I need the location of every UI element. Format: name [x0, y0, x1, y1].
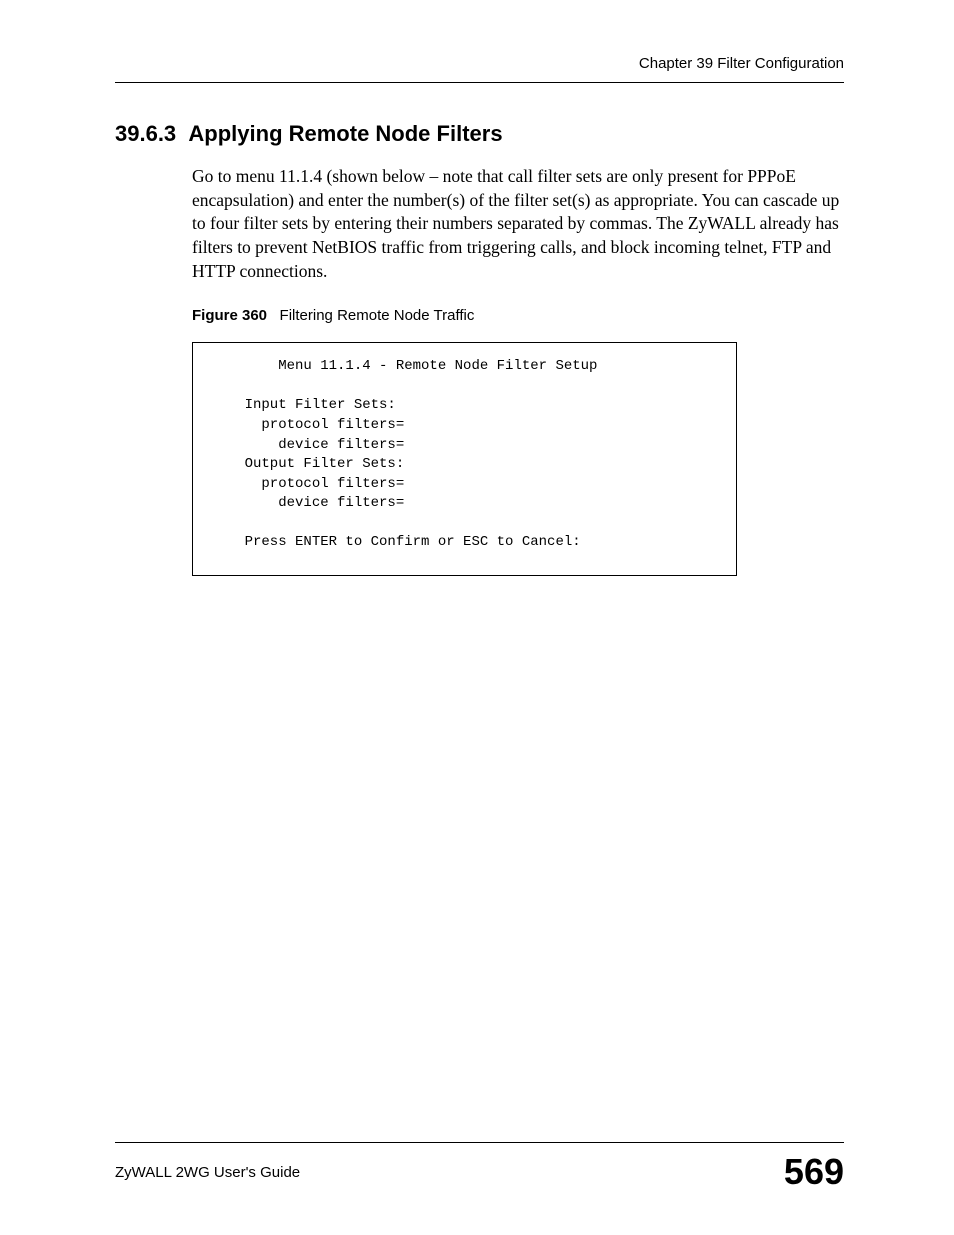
page-number: 569 [784, 1151, 844, 1193]
terminal-output: Menu 11.1.4 - Remote Node Filter Setup I… [192, 342, 737, 576]
section-heading: 39.6.3 Applying Remote Node Filters [115, 121, 844, 147]
body-paragraph: Go to menu 11.1.4 (shown below – note th… [192, 165, 844, 283]
section-title: Applying Remote Node Filters [188, 121, 502, 146]
page-header: Chapter 39 Filter Configuration [115, 55, 844, 83]
figure-label: Figure 360 [192, 307, 267, 324]
section-number: 39.6.3 [115, 121, 176, 146]
page-footer: ZyWALL 2WG User's Guide 569 [115, 1142, 844, 1193]
figure-caption: Figure 360 Filtering Remote Node Traffic [192, 307, 844, 324]
footer-guide-name: ZyWALL 2WG User's Guide [115, 1164, 300, 1181]
figure-title: Filtering Remote Node Traffic [280, 307, 475, 324]
document-page: Chapter 39 Filter Configuration 39.6.3 A… [0, 0, 954, 1235]
chapter-label: Chapter 39 Filter Configuration [639, 55, 844, 72]
